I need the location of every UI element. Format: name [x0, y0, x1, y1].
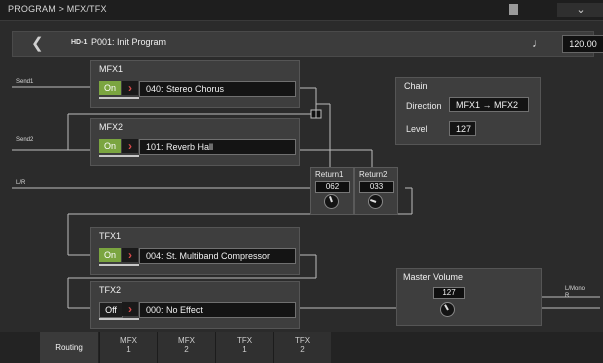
chain-direction-label: Direction	[406, 101, 442, 111]
tfx1-on-button[interactable]: On	[99, 248, 121, 262]
chain-panel: Chain Direction MFX1 → MFX2 Level 127	[395, 77, 541, 145]
tab-tfx1[interactable]: TFX 1	[215, 332, 273, 363]
tfx2-underline	[99, 318, 139, 320]
master-volume-panel: Master Volume 127	[396, 268, 542, 326]
tfx2-effect-select[interactable]: 000: No Effect	[139, 302, 296, 318]
return1-panel: Return1 062	[310, 167, 354, 215]
mfx2-effect-select[interactable]: 101: Reverb Hall	[139, 139, 296, 155]
tab-mfx2-line1: MFX	[178, 336, 195, 345]
mfx1-underline	[99, 97, 139, 99]
tab-mfx1[interactable]: MFX 1	[99, 332, 157, 363]
tab-bar: Routing MFX 1 MFX 2 TFX 1 TFX 2	[0, 332, 603, 363]
send1-label: Send1	[16, 79, 34, 85]
mfx2-arrow-icon[interactable]: ›	[122, 139, 138, 153]
return1-value[interactable]: 062	[315, 181, 350, 193]
return1-knob[interactable]	[324, 194, 339, 209]
tab-mfx1-line2: 1	[126, 345, 131, 354]
mfx2-on-button[interactable]: On	[99, 139, 121, 153]
tfx2-title: TFX2	[99, 285, 122, 295]
send2-label: Send2	[16, 137, 34, 143]
output-label: L/Mono R	[565, 286, 586, 299]
mfx1-title: MFX1	[99, 64, 124, 74]
tfx1-panel: TFX1 On › 004: St. Multiband Compressor	[90, 227, 300, 275]
tab-routing[interactable]: Routing	[40, 332, 98, 363]
mfx2-panel: MFX2 On › 101: Reverb Hall	[90, 118, 300, 166]
return2-value[interactable]: 033	[359, 181, 394, 193]
tab-tfx1-line2: 1	[242, 345, 247, 354]
tab-mfx2-line2: 2	[184, 345, 189, 354]
tfx2-off-button[interactable]: Off	[99, 302, 123, 318]
tab-mfx2[interactable]: MFX 2	[157, 332, 215, 363]
tfx2-panel: TFX2 Off › 000: No Effect	[90, 281, 300, 329]
lr-label: L/R	[16, 180, 26, 186]
chain-title: Chain	[404, 81, 428, 91]
tfx1-underline	[99, 264, 139, 266]
tab-routing-label: Routing	[55, 343, 83, 352]
return2-label: Return2	[359, 170, 388, 179]
return2-panel: Return2 033	[354, 167, 398, 215]
tab-tfx2-line1: TFX	[294, 336, 311, 345]
tab-tfx1-line1: TFX	[236, 336, 253, 345]
return2-knob[interactable]	[368, 194, 383, 209]
tab-tfx2-line2: 2	[300, 345, 305, 354]
mfx1-on-button[interactable]: On	[99, 81, 121, 95]
mfx2-title: MFX2	[99, 122, 124, 132]
chain-level-label: Level	[406, 124, 428, 134]
tab-mfx1-line1: MFX	[120, 336, 137, 345]
tfx2-arrow-icon[interactable]: ›	[122, 302, 138, 316]
mfx1-panel: MFX1 On › 040: Stereo Chorus	[90, 60, 300, 108]
tfx1-arrow-icon[interactable]: ›	[122, 248, 138, 262]
tfx1-effect-select[interactable]: 004: St. Multiband Compressor	[139, 248, 296, 264]
master-volume-value[interactable]: 127	[433, 287, 465, 299]
mfx1-arrow-icon[interactable]: ›	[122, 81, 138, 95]
tab-tfx2[interactable]: TFX 2	[273, 332, 331, 363]
chain-level-field[interactable]: 127	[449, 121, 476, 136]
master-volume-title: Master Volume	[403, 272, 464, 282]
mfx1-effect-select[interactable]: 040: Stereo Chorus	[139, 81, 296, 97]
return1-label: Return1	[315, 170, 344, 179]
master-volume-knob[interactable]	[440, 302, 455, 317]
mfx2-underline	[99, 155, 139, 157]
chain-direction-select[interactable]: MFX1 → MFX2	[449, 97, 529, 112]
tfx1-title: TFX1	[99, 231, 122, 241]
